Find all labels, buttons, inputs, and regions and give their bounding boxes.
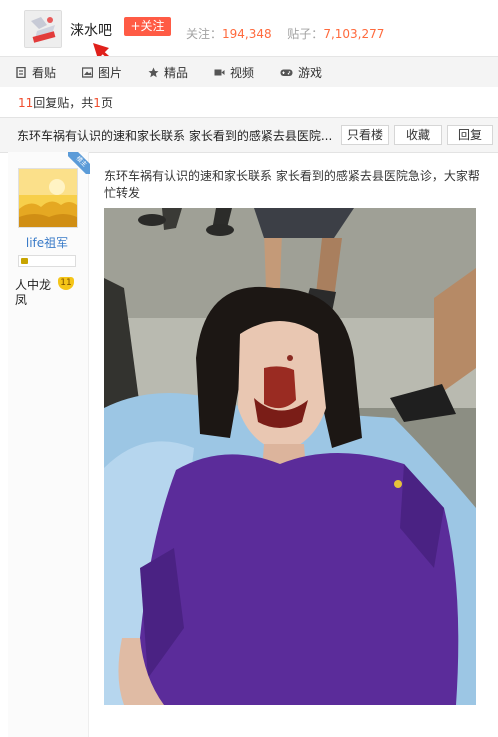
follow-button[interactable]: +关注 xyxy=(124,17,171,36)
avatar-image xyxy=(19,169,77,227)
forum-name[interactable]: 涞水吧 xyxy=(70,20,112,40)
post-photo-image xyxy=(104,208,476,705)
video-icon xyxy=(214,67,225,77)
gamepad-icon xyxy=(280,67,293,77)
reply-info-bar: 11回复贴，共1页 xyxy=(0,87,498,115)
post-photo[interactable] xyxy=(104,208,476,705)
forum-stats: 关注：194,348 贴子：7,103,277 xyxy=(186,25,384,42)
forum-tab-bar: 看贴 图片 精品 视频 游戏 xyxy=(0,56,498,88)
tab-featured-label: 精品 xyxy=(164,66,189,80)
collect-button[interactable]: 收藏 xyxy=(394,125,442,145)
follow-stat-value: 194,348 xyxy=(222,27,272,41)
follow-stat-label: 关注： xyxy=(186,27,223,41)
forum-header: 涞水吧 +关注 关注：194,348 贴子：7,103,277 xyxy=(0,0,498,86)
reply-button[interactable]: 回复 xyxy=(447,125,493,145)
level-dot-icon xyxy=(21,258,28,264)
star-icon xyxy=(148,67,159,78)
avatar[interactable] xyxy=(18,168,78,228)
document-icon xyxy=(16,66,27,79)
reply-count: 11回复贴，共1页 xyxy=(18,94,113,111)
posts-stat-label: 贴子： xyxy=(287,27,324,41)
posts-stat-value: 7,103,277 xyxy=(323,27,385,41)
tab-video-label: 视频 xyxy=(230,66,255,80)
page-count-number: 1 xyxy=(93,96,101,110)
post-content: 东环车祸有认识的速和家长联系 家长看到的感紧去县医院急诊，大家帮忙转发 xyxy=(104,169,480,200)
tab-featured[interactable]: 精品 xyxy=(148,64,188,81)
experience-bar xyxy=(18,255,76,267)
tab-games-label: 游戏 xyxy=(298,66,323,80)
level-title: 人中龙凤 xyxy=(15,278,52,307)
tab-video[interactable]: 视频 xyxy=(214,64,254,81)
author-username[interactable]: life祖军 xyxy=(15,234,79,251)
reply-count-suffix: 回复贴，共 xyxy=(33,96,94,110)
tab-posts-label: 看贴 xyxy=(32,66,57,80)
page-count-unit: 页 xyxy=(100,96,113,110)
image-icon xyxy=(81,67,94,78)
tab-images[interactable]: 图片 xyxy=(81,64,123,81)
tab-images-label: 图片 xyxy=(98,66,123,80)
only-op-button[interactable]: 只看楼主 xyxy=(341,125,389,145)
forum-logo[interactable] xyxy=(24,10,62,48)
forum-logo-image xyxy=(25,11,61,47)
tab-games[interactable]: 游戏 xyxy=(280,64,322,81)
reply-count-number: 11 xyxy=(18,96,34,110)
thread-title: 东环车祸有认识的速和家长联系 家长看到的感紧去县医院... xyxy=(17,129,333,143)
thread-title-bar: 东环车祸有认识的速和家长联系 家长看到的感紧去县医院... 只看楼主 收藏 回复 xyxy=(0,117,498,153)
tab-posts[interactable]: 看贴 xyxy=(16,64,56,81)
